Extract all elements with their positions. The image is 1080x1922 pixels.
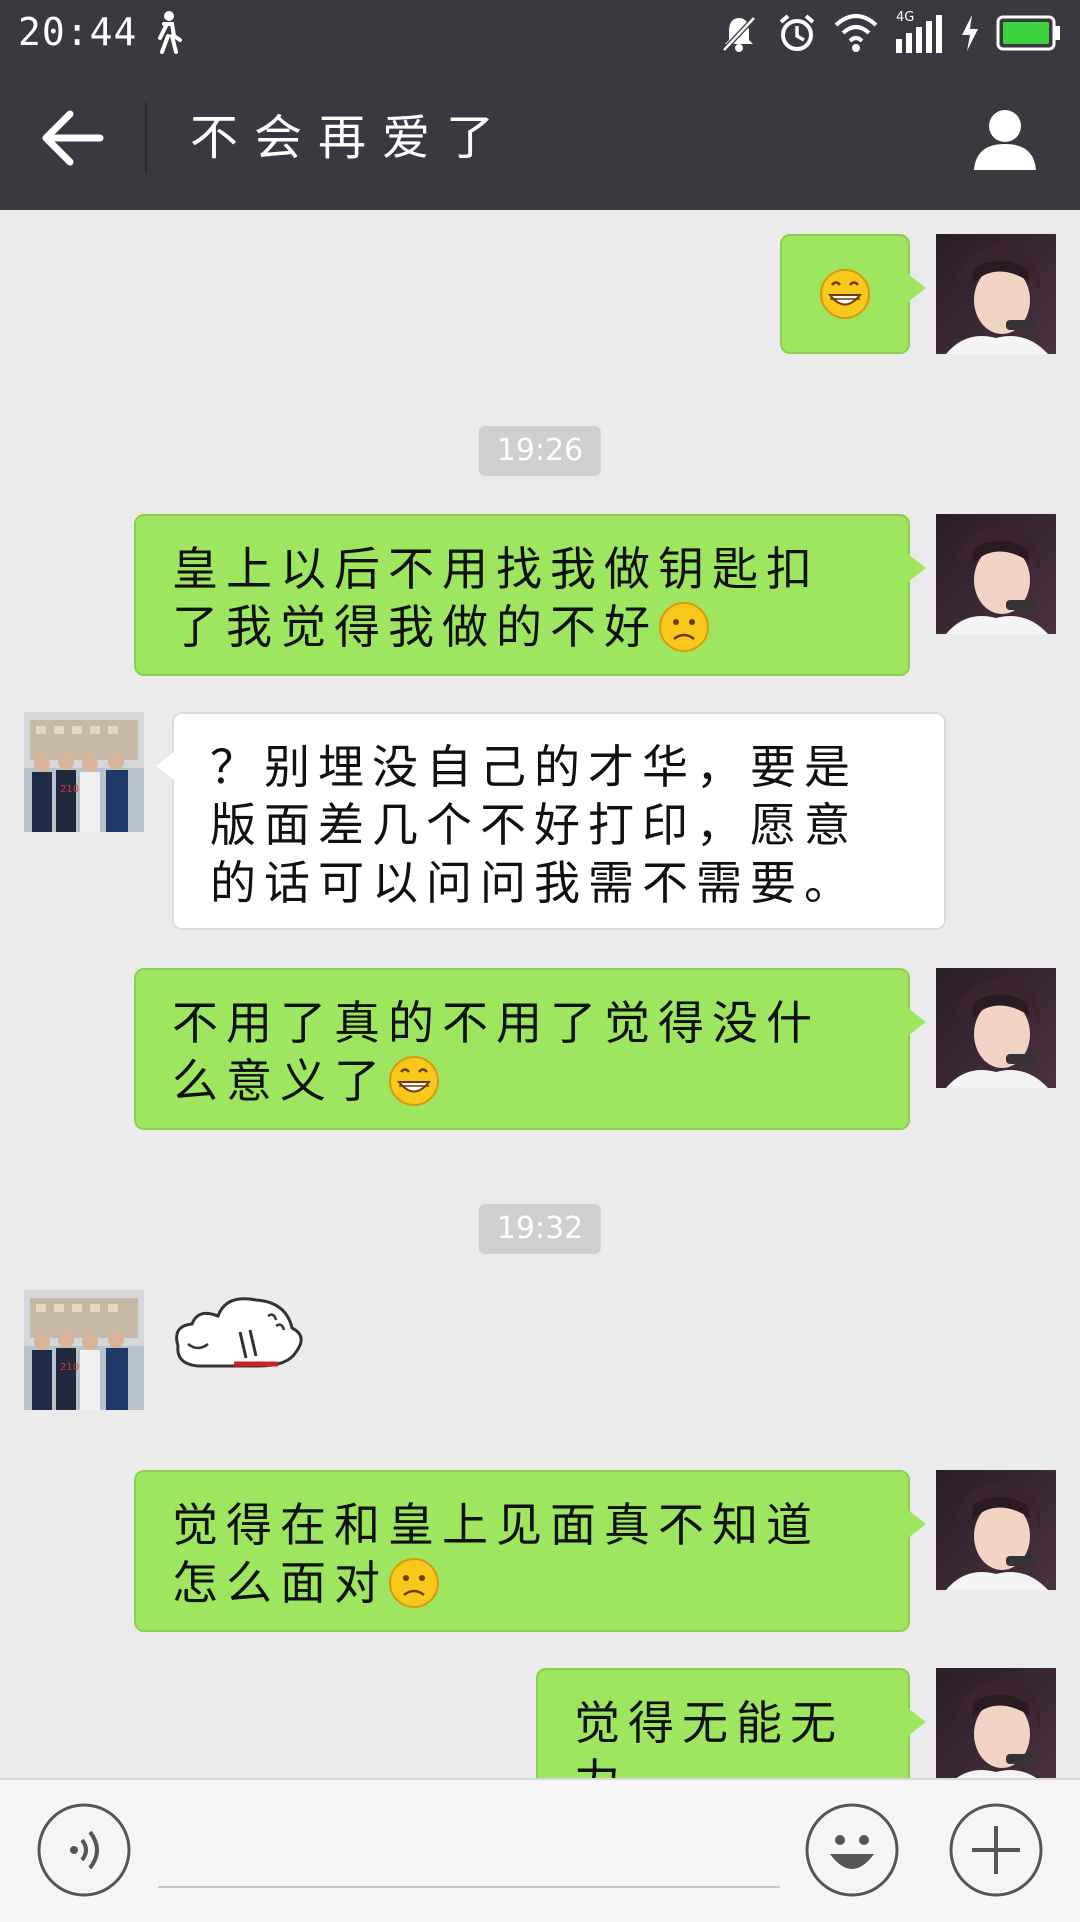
wifi-icon <box>834 14 878 52</box>
message-bubble-mine[interactable]: 皇上以后不用找我做钥匙扣了我觉得我做的不好 <box>134 514 926 676</box>
sad-emoji-icon <box>659 602 709 652</box>
mute-bell-icon <box>722 16 756 52</box>
message-text: 觉得在和皇上见面真不知道怎么面对 <box>172 1498 820 1610</box>
input-bar <box>0 1778 1080 1922</box>
title-divider <box>145 102 147 174</box>
message-input[interactable] <box>158 1810 780 1888</box>
message-bubble-mine[interactable]: 觉得无能无力 <box>536 1668 926 1778</box>
status-time: 20:44 <box>18 10 138 54</box>
signal-icon: 4G <box>894 11 944 55</box>
message-text: 皇上以后不用找我做钥匙扣了我觉得我做的不好 <box>172 542 820 654</box>
charging-icon <box>962 15 978 51</box>
my-avatar[interactable] <box>936 1668 1056 1778</box>
friend-avatar[interactable]: 210 <box>24 712 144 832</box>
friend-avatar[interactable]: 210 <box>24 1290 144 1410</box>
timestamp: 19:32 <box>478 1204 602 1254</box>
my-avatar[interactable] <box>936 968 1056 1088</box>
voice-icon[interactable] <box>36 1802 132 1898</box>
my-avatar[interactable] <box>936 1470 1056 1590</box>
fallen-bird-sticker[interactable] <box>168 1286 318 1386</box>
my-avatar[interactable] <box>936 514 1056 634</box>
battery-icon <box>996 15 1060 51</box>
walking-icon <box>158 11 182 54</box>
smiley-icon[interactable] <box>804 1802 900 1898</box>
alarm-icon <box>779 14 815 51</box>
status-bar: 20:44 4G <box>0 0 1080 66</box>
status-icons: 4G <box>718 8 1062 58</box>
svg-text:210: 210 <box>60 1362 79 1373</box>
sad-emoji-icon <box>389 1558 439 1608</box>
plus-icon[interactable] <box>948 1802 1044 1898</box>
title-bar: 不会再爱了 <box>0 66 1080 210</box>
message-bubble-mine[interactable] <box>780 234 926 354</box>
message-bubble-friend[interactable]: ？别埋没自己的才华，要是版面差几个不好打印，愿意的话可以问问我需不需要。 <box>156 712 946 930</box>
message-text: 不用了真的不用了觉得没什么意义了 <box>172 996 820 1108</box>
grin-emoji-icon <box>389 1056 439 1106</box>
timestamp: 19:26 <box>478 426 602 476</box>
chat-area[interactable]: 19:26 皇上以后不用找我做钥匙扣了我觉得我做的不好 210 ？别埋没自己的才… <box>0 210 1080 1778</box>
message-bubble-mine[interactable]: 觉得在和皇上见面真不知道怎么面对 <box>134 1470 926 1632</box>
back-arrow-icon[interactable] <box>40 106 110 170</box>
message-text: ？别埋没自己的才华，要是版面差几个不好打印，愿意的话可以问问我需不需要。 <box>210 740 858 910</box>
message-bubble-mine[interactable]: 不用了真的不用了觉得没什么意义了 <box>134 968 926 1130</box>
grin-emoji-icon <box>820 269 870 319</box>
my-avatar[interactable] <box>936 234 1056 354</box>
message-text: 觉得无能无力 <box>574 1696 844 1778</box>
person-icon[interactable] <box>970 104 1040 174</box>
chat-title: 不会再爱了 <box>190 110 511 166</box>
svg-text:210: 210 <box>60 784 79 795</box>
